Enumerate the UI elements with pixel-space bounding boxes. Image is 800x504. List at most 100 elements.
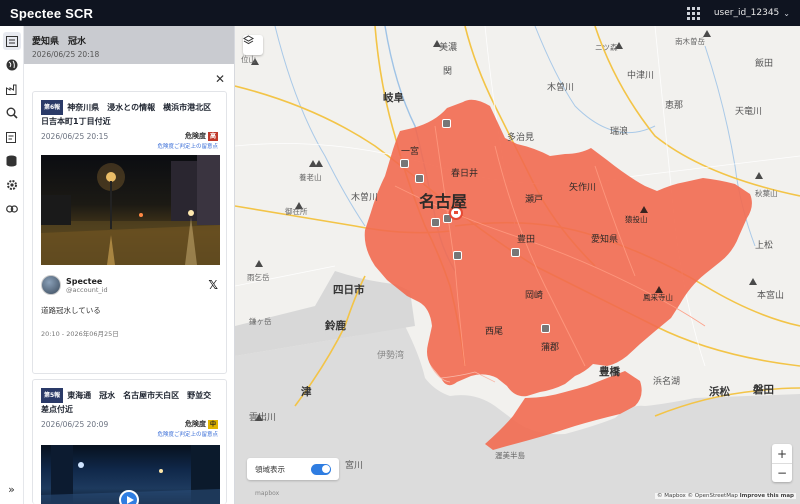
map-label: 上松 (755, 241, 774, 251)
map-label: 猿投山 (625, 215, 648, 224)
map-label: 養老山 (299, 173, 322, 182)
panel-title: 愛知県 冠水 (32, 37, 87, 47)
mountain-icon (640, 206, 648, 213)
map-label: 蒲郡 (541, 343, 560, 353)
map-label: 瑞浪 (610, 127, 629, 137)
report-video-thumbnail[interactable] (41, 445, 220, 504)
avatar[interactable] (41, 275, 61, 295)
apps-grid-icon[interactable] (686, 6, 700, 20)
map-label: 天竜川 (735, 107, 763, 117)
account-name: Spectee (66, 276, 103, 286)
x-logo-icon[interactable]: 𝕏 (208, 278, 218, 292)
zoom-control: + − (772, 444, 792, 482)
map-attribution: © Mapbox © OpenStreetMap Improve this ma… (654, 493, 796, 499)
map-label: ニツ森 (595, 43, 618, 52)
map-label: 雨乞岳 (247, 273, 270, 282)
close-icon[interactable]: ✕ (215, 72, 225, 86)
factory-icon[interactable] (3, 80, 21, 98)
mountain-icon (255, 260, 263, 267)
report-pin[interactable] (453, 251, 462, 260)
database-icon[interactable] (3, 152, 21, 170)
map-label: 鎌ヶ岳 (249, 317, 272, 326)
area-toggle-control: 領域表示 (247, 458, 339, 480)
layers-icon (243, 35, 254, 45)
map-label: 渥美半島 (495, 451, 525, 460)
report-pin[interactable] (511, 248, 520, 257)
map-label: 本宮山 (757, 291, 785, 301)
map-label: 美濃 (439, 43, 458, 53)
panel-body: ✕ 第6報 神奈川県 浸水との情報 横浜市港北区日吉本町1丁目付近 2026/06… (24, 64, 234, 504)
risk-badge: 中 (207, 419, 218, 429)
map-label: 位山 (241, 55, 256, 64)
map-label: 木曽川 (547, 83, 575, 93)
report-rank: 第5報 (41, 388, 64, 403)
map-label: 四日市 (333, 284, 365, 296)
risk-badge: 高 (207, 131, 218, 141)
layers-button[interactable] (243, 35, 263, 55)
link-icon[interactable] (3, 200, 21, 218)
mapbox-logo: mapbox (255, 490, 280, 497)
map-label: 一宮 (401, 147, 420, 157)
account-row: Spectee @account_id 𝕏 (41, 275, 218, 295)
area-toggle-switch[interactable] (311, 463, 331, 475)
report-title: 第5報 東海通 冠水 名古屋市天白区 野並交差点付近 (41, 388, 218, 416)
risk-note-link[interactable]: 危険度ご判定上の留意点 (41, 142, 218, 150)
report-card[interactable]: 第6報 神奈川県 浸水との情報 横浜市港北区日吉本町1丁目付近 2026/06/2… (32, 91, 227, 374)
report-panel: 愛知県 冠水 2026/06/25 20:18 ✕ 第6報 神奈川県 浸水との情報… (24, 26, 235, 504)
report-pin[interactable] (431, 218, 440, 227)
map-label: 関 (443, 67, 453, 77)
zoom-out-button[interactable]: − (772, 463, 792, 482)
panel-date: 2026/06/25 20:18 (32, 50, 100, 59)
top-bar-right: user_id_12345 ⌄ (686, 6, 790, 20)
report-date: 2026/06/25 20:15 (41, 131, 109, 141)
report-pin[interactable] (442, 119, 451, 128)
report-pin[interactable] (400, 159, 409, 168)
globe-icon[interactable] (3, 56, 21, 74)
report-pin[interactable] (541, 324, 550, 333)
expand-sidebar-icon[interactable]: » (8, 483, 15, 496)
map-label: 瀬戸 (525, 195, 544, 205)
map-label: 御在所 (285, 207, 308, 216)
map-label: 磐田 (753, 384, 774, 396)
map-label: 西尾 (485, 327, 504, 337)
map-label: 春日井 (451, 169, 479, 179)
map-label: 木曽川 (351, 193, 379, 203)
risk-level: 危険度中 (184, 419, 218, 429)
panel-header[interactable]: 愛知県 冠水 2026/06/25 20:18 (24, 26, 234, 64)
map-view[interactable]: 位山 美濃 関 ニツ森 南木曽岳 中津川 飯田 木曽川 恵那 天竜川 岐阜 多治… (235, 26, 800, 504)
map-label: 中津川 (627, 71, 655, 81)
gear-icon[interactable] (3, 176, 21, 194)
map-label: 雲出川 (249, 413, 277, 423)
zoom-in-button[interactable]: + (772, 444, 792, 463)
report-photo[interactable] (41, 155, 220, 265)
clipboard-icon[interactable] (3, 128, 21, 146)
map-label: 岡崎 (525, 291, 544, 301)
map-label: 愛知県 (591, 235, 619, 245)
play-icon[interactable] (119, 490, 139, 504)
map-label: 鳳来寺山 (643, 293, 673, 302)
report-date: 2026/06/25 20:09 (41, 419, 109, 429)
search-icon[interactable] (3, 104, 21, 122)
report-rank: 第6報 (41, 100, 64, 115)
user-menu[interactable]: user_id_12345 ⌄ (714, 8, 790, 18)
risk-level: 危険度高 (184, 131, 218, 141)
map-label: 浜名湖 (653, 377, 681, 387)
user-id: user_id_12345 (713, 8, 780, 18)
report-card[interactable]: 第5報 東海通 冠水 名古屋市天白区 野並交差点付近 2026/06/25 20:… (32, 379, 227, 504)
map-label: 浜松 (709, 386, 730, 398)
map-label: 豊橋 (599, 366, 620, 378)
map-label: 鈴鹿 (325, 320, 346, 332)
risk-note-link[interactable]: 危険度ご判定上の留意点 (41, 430, 218, 438)
map-label: 名古屋 (419, 192, 468, 211)
report-pin[interactable] (415, 174, 424, 183)
report-title: 第6報 神奈川県 浸水との情報 横浜市港北区日吉本町1丁目付近 (41, 100, 218, 128)
icon-sidebar: » (0, 26, 24, 504)
app-title[interactable]: Spectee SCR (10, 6, 93, 21)
area-toggle-label: 領域表示 (255, 464, 285, 474)
mountain-icon (315, 160, 323, 167)
mountain-icon (749, 278, 757, 285)
map-label: 多治見 (507, 133, 535, 143)
report-list-icon[interactable] (2, 32, 21, 50)
map-canvas (235, 26, 800, 504)
map-label: 矢作川 (569, 183, 597, 193)
